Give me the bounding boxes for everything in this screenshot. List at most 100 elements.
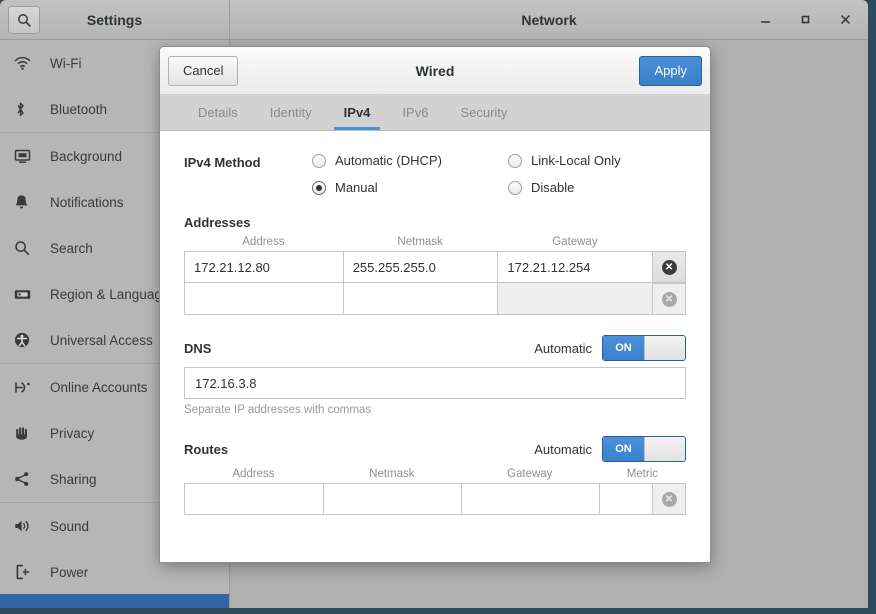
column-header-address: Address: [242, 236, 285, 248]
monitor-icon: [14, 146, 40, 166]
routes-table: ✕: [184, 483, 686, 515]
apply-button[interactable]: Apply: [639, 55, 702, 86]
routes-automatic-toggle[interactable]: ON: [602, 436, 686, 462]
titlebar: Settings Network: [0, 0, 868, 40]
dns-hint-text: Separate IP addresses with commas: [184, 404, 372, 416]
tab-ipv6[interactable]: IPv6: [386, 95, 444, 130]
dns-section-header: DNS Automatic ON: [184, 335, 686, 361]
radio-label: Link-Local Only: [531, 153, 621, 168]
netmask-input[interactable]: 255.255.255.0: [342, 251, 499, 283]
gateway-input[interactable]: 172.21.12.254: [497, 251, 654, 283]
sidebar-item-label: Background: [50, 148, 123, 164]
radio-button-icon: [508, 180, 522, 195]
toggle-knob: [643, 437, 685, 461]
titlebar-network-section: Network: [230, 0, 868, 39]
speaker-icon: [14, 516, 40, 536]
dns-automatic-toggle[interactable]: ON: [602, 335, 686, 361]
ipv4-method-label: IPv4 Method: [184, 155, 261, 170]
route-metric-input[interactable]: [599, 483, 653, 515]
tab-security[interactable]: Security: [444, 95, 523, 130]
addresses-column-headers: Address Netmask Gateway: [184, 236, 686, 251]
route-netmask-input[interactable]: [323, 483, 462, 515]
tab-ipv4[interactable]: IPv4: [328, 95, 387, 130]
delete-route-button[interactable]: ✕: [652, 483, 686, 515]
tab-identity[interactable]: Identity: [254, 95, 328, 130]
delete-address-button-disabled[interactable]: ✕: [652, 283, 686, 315]
settings-window: Settings Network Wi-Fi Bluetooth Backgro…: [0, 0, 868, 608]
radio-button-icon-selected: [312, 180, 326, 195]
close-circle-icon: ✕: [661, 491, 677, 507]
radio-disable[interactable]: Disable: [508, 180, 686, 195]
cancel-button[interactable]: Cancel: [168, 55, 239, 86]
toggle-state-label: ON: [603, 336, 644, 360]
radio-manual[interactable]: Manual: [312, 180, 508, 195]
sidebar-item-label: Wi-Fi: [50, 55, 82, 71]
dns-servers-input[interactable]: 172.16.3.8: [184, 367, 686, 399]
routes-automatic-control: Automatic ON: [534, 436, 686, 462]
accessibility-icon: [14, 330, 40, 350]
table-row: 172.21.12.80 255.255.255.0 172.21.12.254…: [184, 251, 686, 283]
close-circle-icon: ✕: [661, 291, 677, 307]
radio-link-local-only[interactable]: Link-Local Only: [508, 153, 686, 168]
power-icon: [14, 562, 40, 582]
wifi-icon: [14, 53, 40, 73]
bell-icon: [14, 192, 40, 212]
close-circle-icon: ✕: [661, 259, 677, 275]
bluetooth-icon: [14, 99, 40, 119]
dns-section-title: DNS: [184, 340, 212, 356]
radio-label: Automatic (DHCP): [335, 153, 442, 168]
close-button[interactable]: [832, 7, 858, 33]
ipv4-method-row: IPv4 Method Automatic (DHCP) Link-Local …: [184, 153, 686, 195]
column-header-gateway: Gateway: [552, 236, 598, 248]
sidebar-item-label: Sharing: [50, 471, 97, 487]
toggle-state-label: ON: [603, 437, 644, 461]
magnifier-icon: [14, 238, 40, 258]
dialog-tabs[interactable]: Details Identity IPv4 IPv6 Security: [160, 95, 710, 131]
table-row: ✕: [184, 483, 686, 515]
address-input[interactable]: [184, 283, 344, 315]
addresses-section-title: Addresses: [184, 215, 251, 230]
column-header-gateway: Gateway: [507, 468, 553, 480]
titlebar-settings-section: Settings: [0, 0, 230, 39]
column-header-address: Address: [232, 468, 275, 480]
sidebar-item-label: Universal Access: [50, 332, 153, 348]
radio-button-icon: [508, 153, 522, 168]
netmask-input[interactable]: [342, 283, 499, 315]
toggle-knob: [643, 336, 685, 360]
sidebar-item-label: Privacy: [50, 425, 95, 441]
dialog-header: Cancel Wired Apply: [160, 47, 710, 95]
routes-automatic-label: Automatic: [534, 441, 592, 457]
wired-connection-dialog: Cancel Wired Apply Details Identity IPv4…: [159, 46, 711, 563]
sidebar-item-label: Region & Language: [50, 286, 170, 302]
sidebar-item-label: Notifications: [50, 194, 124, 210]
sidebar-item-label: Bluetooth: [50, 101, 108, 117]
keyboard-icon: [14, 284, 40, 304]
routes-section-title: Routes: [184, 441, 229, 457]
route-address-input[interactable]: [184, 483, 324, 515]
dns-automatic-label: Automatic: [534, 340, 592, 356]
radio-label: Manual: [335, 180, 378, 195]
sidebar-item-label: Power: [50, 564, 89, 580]
radio-button-icon: [312, 153, 326, 168]
search-icon: [17, 13, 31, 27]
minimize-button[interactable]: [752, 7, 778, 33]
column-header-netmask: Netmask: [397, 236, 443, 248]
search-button[interactable]: [8, 5, 40, 34]
sidebar-item-label: Online Accounts: [50, 379, 148, 395]
dialog-title: Wired: [415, 62, 455, 79]
maximize-button[interactable]: [792, 7, 818, 33]
address-input[interactable]: 172.21.12.80: [184, 251, 344, 283]
radio-automatic-dhcp[interactable]: Automatic (DHCP): [312, 153, 508, 168]
dialog-body: IPv4 Method Automatic (DHCP) Link-Local …: [160, 131, 710, 562]
settings-window-title: Settings: [86, 11, 143, 28]
delete-address-button[interactable]: ✕: [652, 251, 686, 283]
route-gateway-input[interactable]: [461, 483, 600, 515]
sidebar-item-label: Search: [50, 240, 93, 256]
ipv4-method-options: Automatic (DHCP) Link-Local Only Manual …: [312, 153, 686, 195]
hand-icon: [14, 423, 40, 443]
radio-label: Disable: [531, 180, 575, 195]
window-controls: [752, 0, 858, 39]
routes-column-headers: Address Netmask Gateway Metric: [184, 468, 686, 483]
gateway-input-disabled: [497, 283, 654, 315]
tab-details[interactable]: Details: [182, 95, 254, 130]
